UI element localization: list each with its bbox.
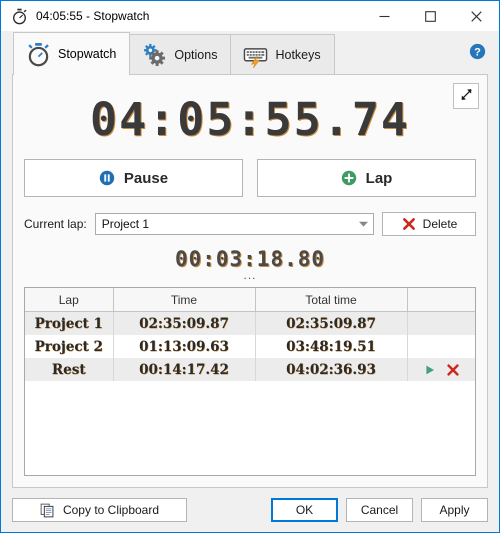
delete-button-label: Delete: [422, 217, 458, 231]
svg-text:?: ?: [474, 46, 481, 58]
copy-to-clipboard-button[interactable]: Copy to Clipboard: [12, 498, 187, 522]
lap-button-label: Lap: [365, 169, 393, 187]
pause-circle-icon: [99, 170, 115, 186]
cell-actions: [407, 335, 475, 358]
ok-button[interactable]: OK: [271, 498, 338, 522]
keyboard-lightning-icon: [242, 42, 268, 68]
tab-hotkeys[interactable]: Hotkeys: [230, 34, 335, 75]
pause-button-label: Pause: [123, 169, 169, 187]
close-button[interactable]: [453, 1, 499, 31]
stopwatch-icon: [8, 5, 30, 27]
stopwatch-panel: 04:05:55.74 Pause Lap Current lap: Proje…: [12, 74, 488, 488]
cell-lap: Rest: [25, 358, 114, 381]
main-time-display: 04:05:55.74: [89, 93, 410, 146]
minimize-button[interactable]: [361, 1, 407, 31]
expand-button[interactable]: [453, 83, 479, 109]
cell-actions: [407, 358, 475, 381]
table-header-row: Lap Time Total time: [25, 288, 475, 312]
apply-button[interactable]: Apply: [421, 498, 488, 522]
cell-total-time: 03:48:19.51: [255, 335, 408, 358]
lap-table: Lap Time Total time Project 1 02:35:09.8…: [25, 288, 475, 381]
cell-time: 00:14:17.42: [113, 358, 256, 381]
chevron-down-icon: [357, 218, 369, 230]
copy-button-label: Copy to Clipboard: [62, 503, 160, 517]
cell-lap: Project 2: [25, 335, 114, 358]
cell-lap: Project 1: [25, 311, 114, 335]
current-lap-row: Current lap: Project 1 Delete: [24, 212, 476, 236]
clipboard-icon: [40, 502, 56, 518]
lap-button[interactable]: Lap: [257, 159, 476, 197]
current-lap-select[interactable]: Project 1: [94, 213, 374, 235]
tab-stopwatch[interactable]: Stopwatch: [13, 32, 131, 75]
maximize-button[interactable]: [407, 1, 453, 31]
column-header-total-time[interactable]: Total time: [255, 288, 408, 312]
cell-total-time: 04:02:36.93: [255, 358, 408, 381]
delete-lap-button[interactable]: Delete: [382, 212, 476, 236]
column-header-actions[interactable]: [407, 288, 475, 312]
gears-icon: [141, 42, 167, 68]
help-question-icon[interactable]: ?: [469, 43, 486, 60]
cell-total-time: 02:35:09.87: [255, 311, 408, 335]
ellipsis-indicator: ...: [243, 268, 257, 282]
transport-buttons: Pause Lap: [24, 159, 476, 197]
tab-label: Options: [174, 48, 218, 62]
expand-diagonal-arrow-icon: [459, 87, 474, 105]
table-row[interactable]: Rest 00:14:17.42 04:02:36.93: [25, 358, 475, 381]
window-title: 04:05:55 - Stopwatch: [36, 9, 150, 23]
tab-label: Hotkeys: [275, 48, 321, 62]
column-header-time[interactable]: Time: [113, 288, 256, 312]
footer-bar: Copy to Clipboard OK Cancel Apply: [1, 488, 499, 532]
title-bar: 04:05:55 - Stopwatch: [1, 1, 499, 31]
play-triangle-icon[interactable]: [421, 362, 439, 378]
pause-button[interactable]: Pause: [24, 159, 243, 197]
plus-circle-icon: [341, 170, 357, 186]
tab-options[interactable]: Options: [129, 34, 232, 75]
current-lap-value: Project 1: [101, 217, 150, 231]
stopwatch-window: 04:05:55 - Stopwatch Stopwatch Options H…: [0, 0, 500, 533]
table-row[interactable]: Project 1 02:35:09.87 02:35:09.87: [25, 311, 475, 335]
tab-label: Stopwatch: [58, 47, 117, 61]
stopwatch-icon: [25, 41, 51, 67]
table-row[interactable]: Project 2 01:13:09.63 03:48:19.51: [25, 335, 475, 358]
cell-actions: [407, 311, 475, 335]
cell-time: 02:35:09.87: [113, 311, 256, 335]
cell-time: 01:13:09.63: [113, 335, 256, 358]
cancel-button[interactable]: Cancel: [346, 498, 413, 522]
window-controls: [361, 1, 499, 31]
red-x-icon[interactable]: [444, 362, 462, 378]
red-x-icon: [401, 216, 417, 232]
current-lap-label: Current lap:: [24, 217, 87, 231]
lap-table-container[interactable]: Lap Time Total time Project 1 02:35:09.8…: [24, 287, 476, 476]
tab-strip: Stopwatch Options Hotkeys ?: [1, 31, 499, 75]
column-header-lap[interactable]: Lap: [25, 288, 114, 312]
